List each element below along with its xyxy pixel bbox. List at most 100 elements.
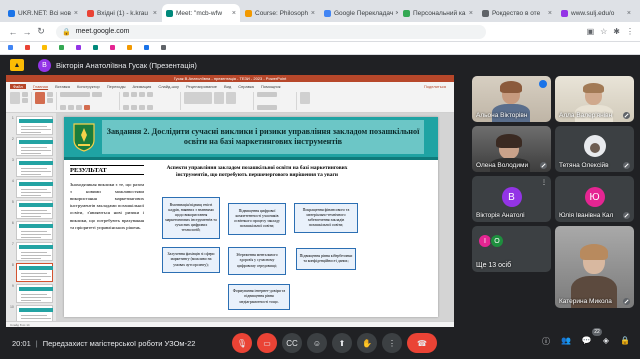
slide-title: Завдання 2. Дослідити сучасні виклики і … — [106, 126, 420, 146]
aspect-box: Підвищення рівня кібербезпеки та конфіде… — [296, 248, 356, 270]
bookmark-item[interactable] — [25, 45, 32, 51]
url-field[interactable]: 🔒 meet.google.com — [56, 24, 486, 39]
font-size-box — [92, 92, 102, 97]
find-icon — [257, 92, 277, 97]
tab-label: Course: Philosoph — [255, 9, 309, 17]
participant-tile[interactable]: Алла Валер'янівн — [555, 76, 634, 122]
tab-close-icon[interactable]: × — [393, 10, 398, 17]
emoji-button[interactable]: ☺ — [307, 333, 327, 353]
ppt-menu-item: Рецензирование — [186, 83, 217, 89]
bold-icon — [60, 105, 66, 110]
self-view-tile[interactable]: Катерина Микола — [555, 226, 634, 308]
bookmark-favicon-icon — [25, 45, 30, 51]
layout-icon — [47, 92, 53, 97]
host-controls-icon[interactable]: 🔒 — [620, 336, 630, 347]
ribbon-group-voice — [300, 92, 313, 110]
camera-toggle-button[interactable]: ▭ — [257, 333, 277, 353]
mic-off-icon — [623, 212, 630, 219]
bookmark-item[interactable] — [110, 45, 117, 51]
chat-icon[interactable]: 💬 — [582, 336, 592, 347]
more-participants-tile[interactable]: І О Ще 13 осіб — [472, 226, 551, 272]
reload-icon[interactable]: ↻ — [34, 26, 48, 37]
participant-avatar: Ю — [584, 187, 605, 207]
tab-label: UKR.NET: Всі нов — [18, 9, 71, 17]
tab-favicon-icon — [403, 9, 410, 17]
ppt-menu-item: Слайд-шоу — [158, 83, 180, 89]
underline-icon — [76, 105, 82, 110]
extensions-icon[interactable]: ✱ — [613, 27, 620, 36]
browser-tab[interactable]: Рокдество в оте × — [478, 4, 556, 22]
participant-tile[interactable]: Олена Володими — [472, 126, 551, 172]
ribbon-group-paragraph — [123, 92, 181, 110]
mic-toggle-button[interactable]: 🎙 — [232, 333, 252, 353]
shapes-gallery — [184, 92, 212, 104]
url-text: meet.google.com — [75, 28, 130, 35]
browser-tab[interactable]: Персональний ка × — [399, 4, 477, 22]
slide-title-box: Завдання 2. Дослідити сучасні виклики і … — [102, 120, 424, 154]
bookmark-item[interactable] — [93, 45, 100, 51]
people-icon[interactable]: 👥 — [561, 336, 571, 347]
menu-icon[interactable]: ⋮ — [626, 27, 634, 36]
bookmark-favicon-icon — [161, 45, 166, 51]
participant-tile[interactable]: Альона Вікторівн — [472, 76, 551, 122]
meeting-clock: 20:01 — [12, 338, 31, 348]
leave-call-button[interactable]: ☎ — [407, 333, 437, 353]
mic-off-icon — [623, 162, 630, 169]
participant-tile[interactable]: Ю Юлія Іванівна Кал — [555, 176, 634, 222]
tab-close-icon[interactable]: × — [230, 10, 236, 17]
ribbon-group-editing — [257, 92, 297, 110]
present-button[interactable]: ⬆ — [332, 333, 352, 353]
hang-up-icon: ☎ — [417, 338, 427, 348]
camera-icon[interactable]: ▣ — [587, 27, 595, 36]
browser-tab[interactable]: www.sulj.edu/o × — [557, 4, 635, 22]
forward-icon[interactable]: → — [20, 27, 34, 37]
activities-icon[interactable]: ◈ — [603, 336, 609, 347]
browser-tab[interactable]: Google Перекладач × — [320, 4, 398, 22]
tab-close-icon[interactable]: × — [467, 10, 473, 17]
tab-close-icon[interactable]: × — [72, 10, 78, 17]
more-options-icon[interactable]: ⋮ — [540, 179, 548, 187]
tab-close-icon[interactable]: × — [546, 10, 552, 17]
info-icon[interactable]: ⓘ — [542, 336, 550, 347]
ppt-menu-item: Вид — [223, 83, 232, 89]
tab-favicon-icon — [8, 9, 15, 17]
back-icon[interactable]: ← — [6, 27, 20, 37]
bookmark-item[interactable] — [127, 45, 134, 51]
participant-name: Юлія Іванівна Кал — [559, 212, 614, 219]
bookmark-item[interactable] — [144, 45, 151, 51]
raise-hand-button[interactable]: ✋ — [357, 333, 377, 353]
browser-tab[interactable]: Course: Philosoph × — [241, 4, 319, 22]
tab-close-icon[interactable]: × — [625, 10, 631, 17]
browser-tab[interactable]: Вхідні (1) - k.krau × — [83, 4, 161, 22]
hand-icon: ✋ — [362, 338, 372, 348]
participant-tile[interactable]: В ⋮ Вікторія Анатолі — [472, 176, 551, 222]
more-options-button[interactable]: ⋮ — [382, 333, 402, 353]
bookmark-item[interactable] — [8, 45, 15, 51]
captions-button[interactable]: CC — [282, 333, 302, 353]
participant-photo-avatar — [583, 135, 606, 157]
star-icon[interactable]: ☆ — [600, 27, 607, 36]
shared-screen: Гусак В.Анатоліївна - презентація - ТЕЗИ… — [6, 75, 454, 327]
bookmark-item[interactable] — [59, 45, 66, 51]
slide-divider — [64, 157, 438, 160]
font-color-icon — [84, 105, 90, 110]
bookmark-item[interactable] — [42, 45, 49, 51]
bullets-icon — [123, 92, 129, 97]
presenter-label: Вікторія Анатоліївна Гусак (Презентація) — [56, 60, 197, 70]
font-name-box — [60, 92, 90, 97]
emoji-icon: ☺ — [312, 338, 322, 348]
mic-off-icon: 🎙 — [236, 338, 248, 348]
bookmark-favicon-icon — [127, 45, 132, 51]
browser-tab[interactable]: UKR.NET: Всі нов × — [4, 4, 82, 22]
bookmark-item[interactable] — [161, 45, 168, 51]
slide-preview — [15, 263, 53, 282]
new-slide-icon — [35, 92, 45, 104]
browser-tab[interactable]: Meet: "mcb-wfw × — [162, 4, 240, 22]
tab-close-icon[interactable]: × — [151, 10, 157, 17]
bookmark-item[interactable] — [76, 45, 83, 51]
ppt-menu-item: Справка — [238, 83, 254, 89]
tab-close-icon[interactable]: × — [309, 10, 315, 17]
ribbon-group-font — [60, 92, 120, 110]
aspect-box: Залучення фахівців зі сфери маркетингу (… — [162, 247, 220, 273]
participant-tile[interactable]: Тетяна Олексійв — [555, 126, 634, 172]
